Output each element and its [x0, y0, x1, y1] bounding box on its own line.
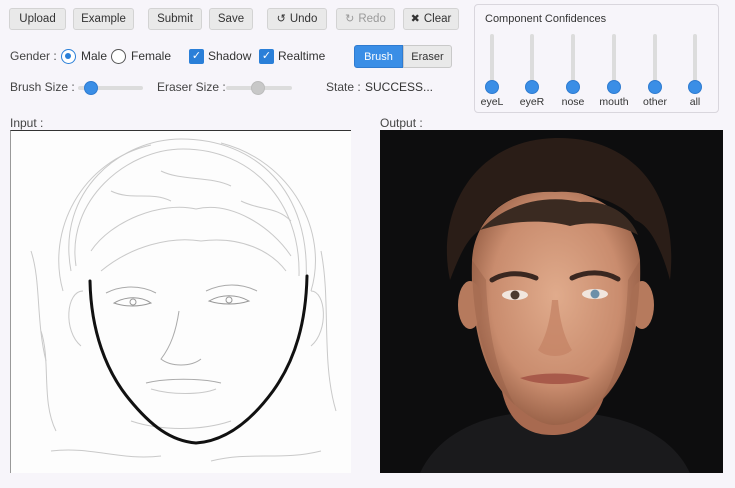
brush-size-label: Brush Size :	[10, 80, 75, 94]
other-label: other	[643, 96, 667, 108]
all-slider-thumb[interactable]	[688, 80, 702, 94]
eraser-mode-button[interactable]: Eraser	[403, 45, 452, 68]
sketch-drawing	[30, 138, 337, 462]
mouth-label: mouth	[599, 96, 629, 108]
undo-button[interactable]: ↺ Undo	[267, 8, 327, 30]
clear-label: Clear	[423, 13, 452, 25]
other-slider-thumb[interactable]	[648, 80, 662, 94]
panel-title: Component Confidences	[485, 13, 607, 25]
example-label: Example	[81, 13, 126, 25]
shadow-checkbox[interactable]: ✓	[189, 49, 204, 64]
eraser-size-label: Eraser Size :	[157, 80, 226, 94]
eyeL-slider-thumb[interactable]	[485, 80, 499, 94]
output-face-image	[380, 130, 723, 473]
nose-label: nose	[561, 96, 585, 108]
state-value: SUCCESS...	[365, 80, 434, 94]
gender-male-label[interactable]: Male	[81, 49, 107, 63]
redo-label: Redo	[358, 13, 386, 25]
undo-icon: ↺	[276, 12, 286, 25]
redo-icon: ↻	[345, 12, 355, 25]
mouth-slider-thumb[interactable]	[607, 80, 621, 94]
all-label: all	[689, 96, 701, 108]
undo-label: Undo	[289, 13, 318, 25]
eraser-size-thumb[interactable]	[251, 81, 265, 95]
submit-button[interactable]: Submit	[148, 8, 202, 30]
example-button[interactable]: Example	[73, 8, 134, 30]
realtime-label[interactable]: Realtime	[278, 49, 325, 63]
component-confidences-panel: Component Confidences eyeL eyeR nose mou…	[474, 4, 719, 113]
redo-button[interactable]: ↻ Redo	[336, 8, 395, 30]
output-label: Output :	[380, 116, 423, 130]
brush-mode-button[interactable]: Brush	[354, 45, 403, 68]
save-button[interactable]: Save	[209, 8, 253, 30]
eyeL-label: eyeL	[480, 96, 504, 108]
nose-slider-thumb[interactable]	[566, 80, 580, 94]
gender-label: Gender :	[10, 49, 57, 63]
state-label: State :	[326, 80, 361, 94]
realtime-checkbox[interactable]: ✓	[259, 49, 274, 64]
input-sketch-canvas[interactable]	[10, 130, 351, 473]
save-label: Save	[217, 13, 245, 25]
clear-button[interactable]: ✖ Clear	[403, 8, 459, 30]
upload-button[interactable]: Upload	[9, 8, 66, 30]
brush-size-thumb[interactable]	[84, 81, 98, 95]
input-label: Input :	[10, 116, 44, 130]
eyeR-slider-thumb[interactable]	[525, 80, 539, 94]
generated-face	[380, 130, 723, 473]
gender-female-label[interactable]: Female	[131, 49, 171, 63]
gender-male-radio[interactable]	[61, 49, 76, 64]
gender-female-radio[interactable]	[111, 49, 126, 64]
eyeR-label: eyeR	[519, 96, 545, 108]
upload-label: Upload	[19, 13, 56, 25]
submit-label: Submit	[157, 13, 193, 25]
close-icon: ✖	[410, 12, 420, 25]
shadow-label[interactable]: Shadow	[208, 49, 251, 63]
